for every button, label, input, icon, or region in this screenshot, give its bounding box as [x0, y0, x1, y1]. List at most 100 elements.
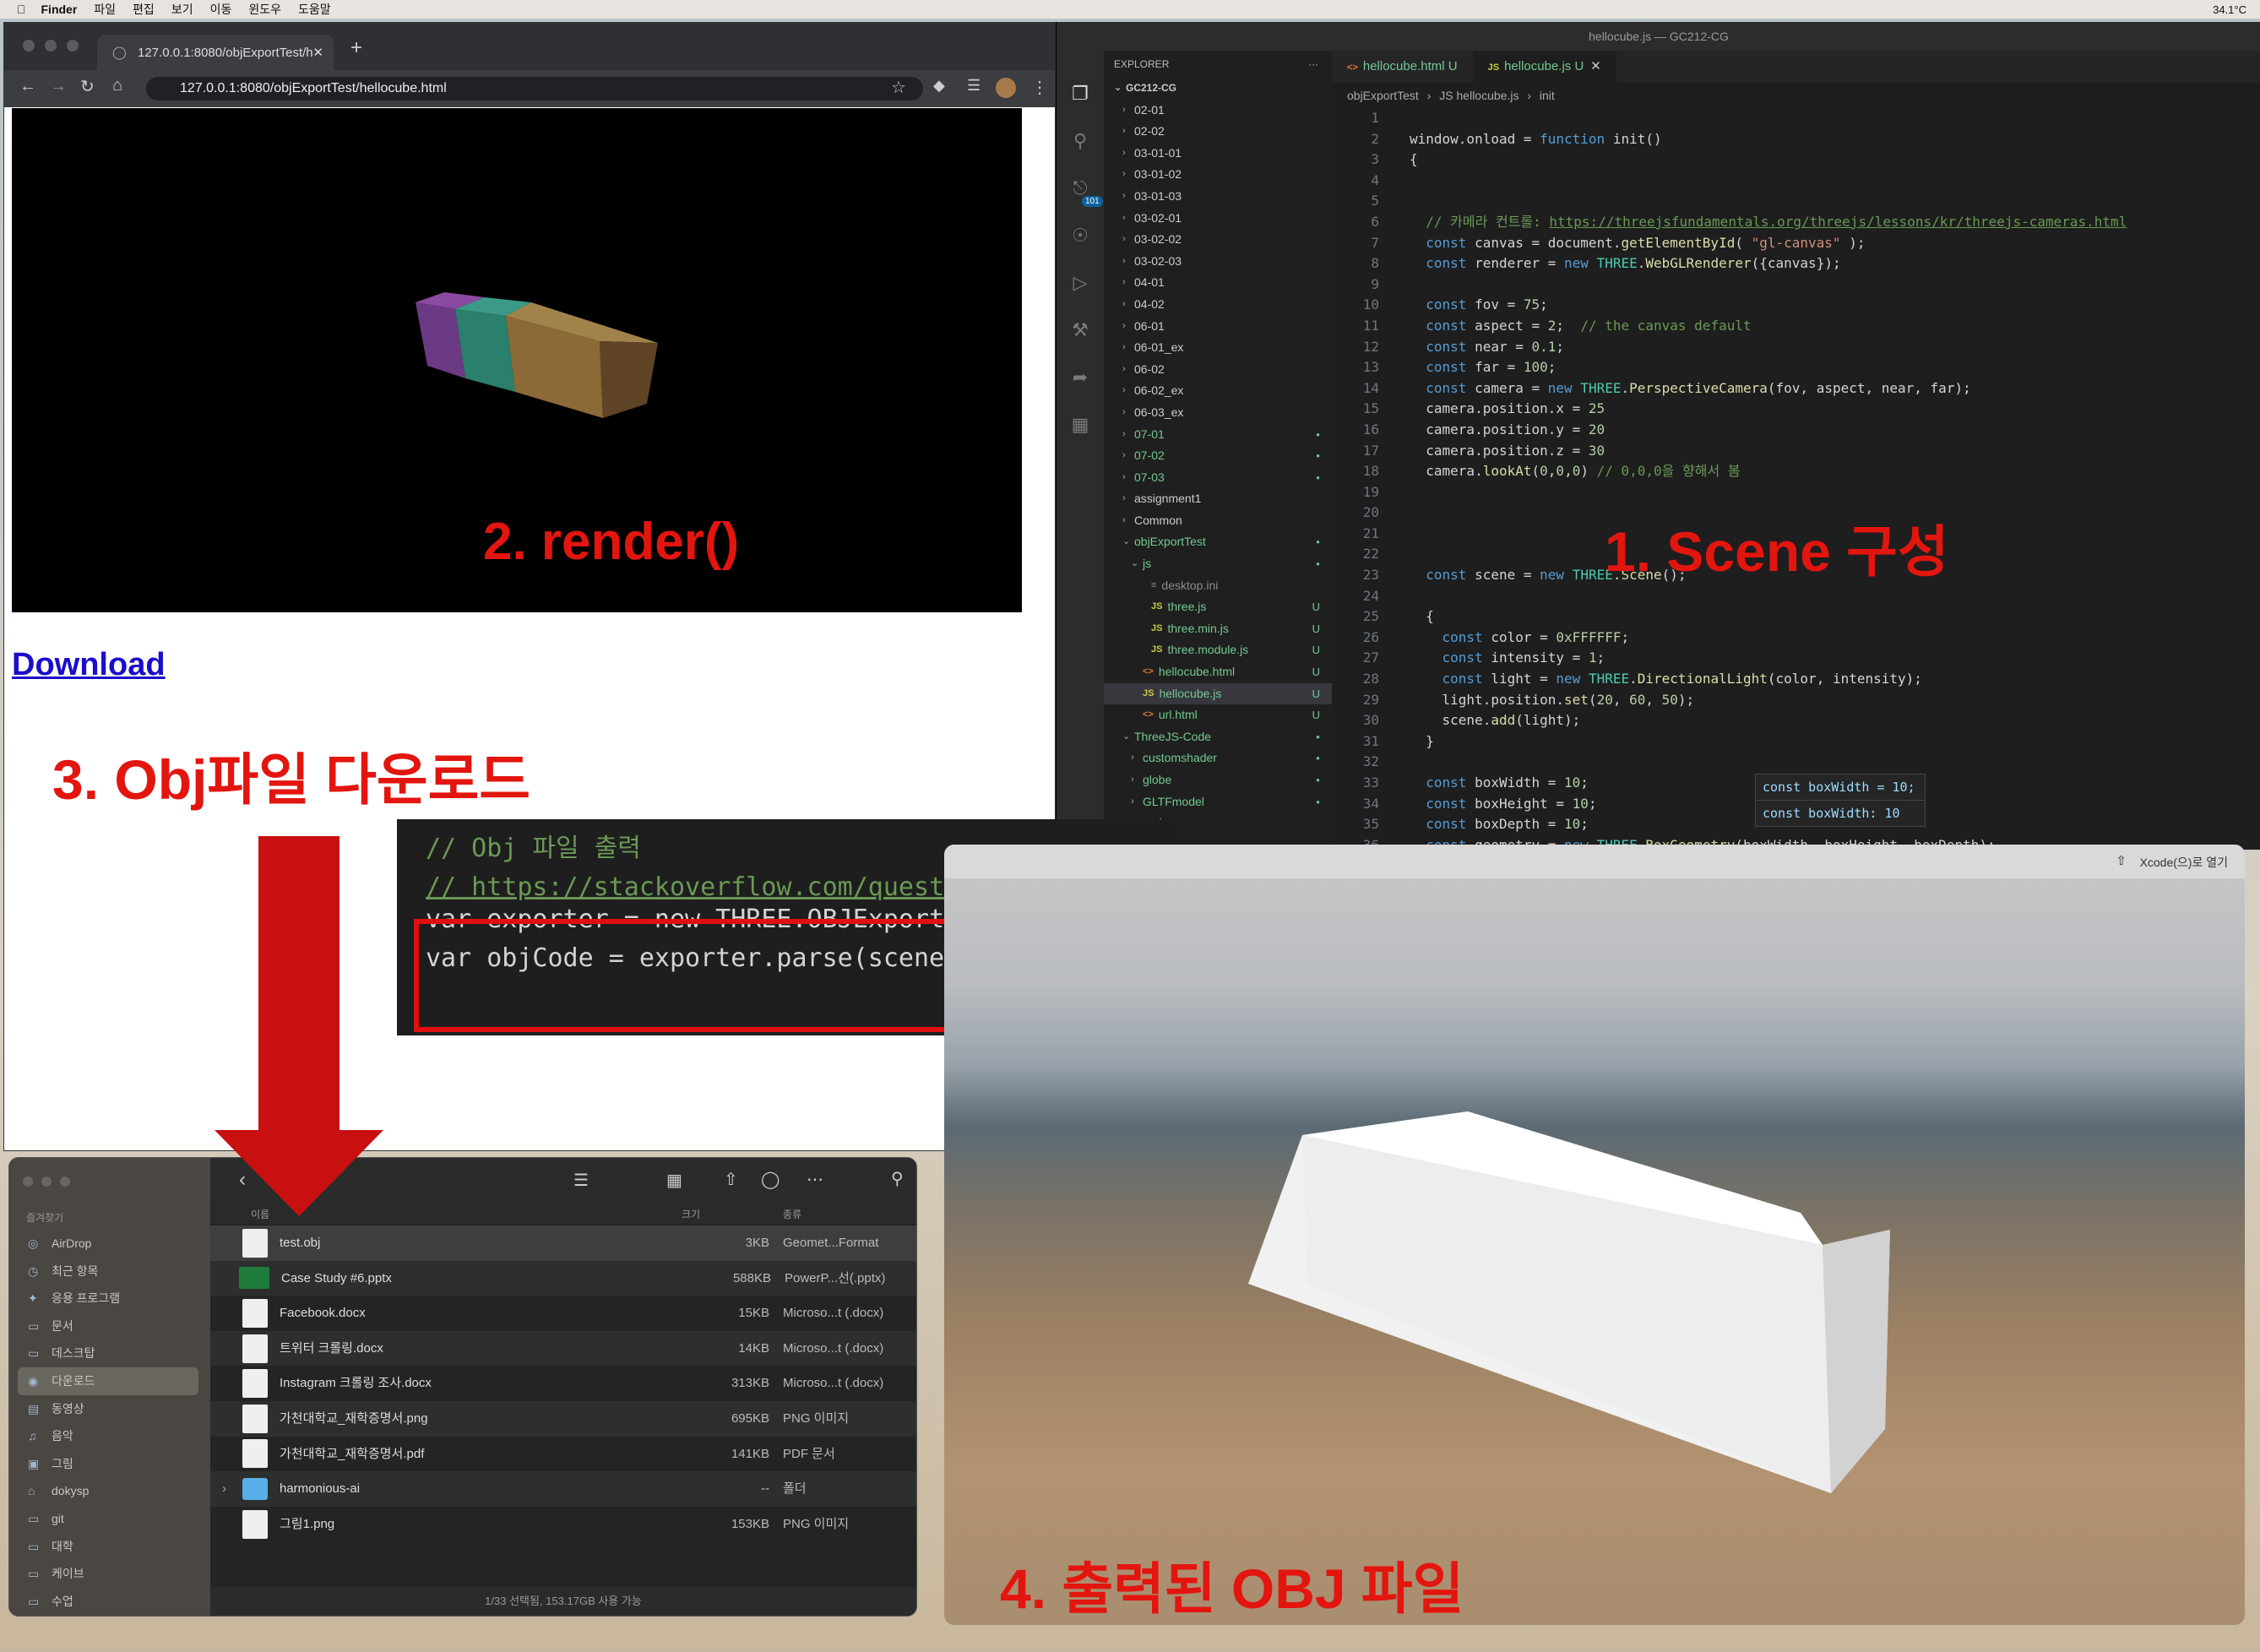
breadcrumb-folder[interactable]: objExportTest: [1347, 89, 1419, 102]
explorer-root[interactable]: ⌄ GC212-CG: [1104, 78, 1332, 100]
reading-list-icon[interactable]: ☰: [967, 77, 981, 95]
share-icon[interactable]: ➦: [1070, 367, 1090, 388]
file-row[interactable]: 가천대학교_재학증명서.pdf 141KB PDF 문서: [210, 1437, 916, 1472]
tree-item[interactable]: <> hellocube.html U: [1104, 661, 1332, 683]
code-line[interactable]: 30 scene.add(light);: [1332, 710, 2260, 731]
menu-item-view[interactable]: 보기: [171, 1, 193, 18]
code-line[interactable]: 12 const near = 0.1;: [1332, 337, 2260, 358]
tree-item[interactable]: › GLTFmodel ●: [1104, 791, 1332, 813]
file-row[interactable]: Instagram 크롤링 조사.docx 313KB Microso...t (.…: [210, 1366, 916, 1401]
code-line[interactable]: 19: [1332, 482, 2260, 503]
avatar[interactable]: [996, 78, 1016, 98]
minimize-window-button[interactable]: [45, 40, 57, 52]
tree-item[interactable]: › 03-01-02: [1104, 164, 1332, 186]
git-graph-icon[interactable]: ☉: [1070, 225, 1090, 246]
browser-tab[interactable]: ◯ 127.0.0.1:8080/objExportTest/h ✕: [97, 35, 334, 70]
menu-item-go[interactable]: 이동: [210, 1, 232, 18]
close-tab-icon[interactable]: ✕: [1590, 59, 1601, 73]
back-icon[interactable]: ←: [19, 77, 36, 96]
tree-item[interactable]: ⌄ objExportTest ●: [1104, 531, 1332, 553]
file-row[interactable]: › harmonious-ai -- 폴더: [210, 1471, 916, 1507]
menu-item-file[interactable]: 파일: [94, 1, 116, 18]
sidebar-item[interactable]: ⌂ dokysp: [9, 1477, 210, 1505]
tree-item[interactable]: ≡ desktop.ini: [1104, 575, 1332, 597]
tree-item[interactable]: <> url.html U: [1104, 704, 1332, 726]
sidebar-item[interactable]: ◉ 다운로드: [18, 1367, 198, 1395]
tab-hellocube-js[interactable]: JS hellocube.js U ✕: [1472, 51, 1616, 83]
run-debug-icon[interactable]: ▷: [1070, 272, 1090, 293]
code-line[interactable]: 29 light.position.set(20, 60, 50);: [1332, 690, 2260, 711]
code-line[interactable]: 7 const canvas = document.getElementById…: [1332, 233, 2260, 254]
code-line[interactable]: 1: [1332, 108, 2260, 129]
tree-item[interactable]: JS hellocube.js U: [1104, 682, 1332, 705]
file-row[interactable]: 그림1.png 153KB PNG 이미지: [210, 1507, 916, 1542]
file-row[interactable]: Case Study #6.pptx 588KB PowerP...선(.pptx): [210, 1260, 916, 1296]
flask-icon[interactable]: ⚒: [1070, 319, 1090, 340]
tree-item[interactable]: › 02-01: [1104, 100, 1332, 122]
tree-item[interactable]: › Common: [1104, 510, 1332, 532]
tree-item[interactable]: ⌄ js ●: [1104, 553, 1332, 575]
code-line[interactable]: 24: [1332, 586, 2260, 607]
close-tab-icon[interactable]: ✕: [312, 45, 323, 60]
forward-icon[interactable]: →: [50, 77, 67, 96]
menu-app-name[interactable]: Finder: [41, 3, 78, 16]
tree-item[interactable]: › 06-02: [1104, 359, 1332, 381]
file-row[interactable]: Facebook.docx 15KB Microso...t (.docx): [210, 1296, 916, 1331]
more-menu-icon[interactable]: ⋮: [1031, 77, 1048, 98]
tree-item[interactable]: › 03-02-01: [1104, 208, 1332, 230]
sidebar-item[interactable]: ▭ 문서: [9, 1312, 210, 1340]
tree-item[interactable]: › customshader ●: [1104, 747, 1332, 769]
extensions-icon[interactable]: ◆: [933, 77, 945, 95]
apple-icon[interactable]: : [17, 3, 26, 16]
tree-item[interactable]: › 06-01: [1104, 316, 1332, 338]
breadcrumb-file[interactable]: JS hellocube.js: [1439, 89, 1518, 102]
tree-item[interactable]: › 03-01-01: [1104, 143, 1332, 165]
group-icon[interactable]: ▦: [666, 1170, 682, 1191]
tree-item[interactable]: JS three.module.js U: [1104, 639, 1332, 661]
code-line[interactable]: 18 camera.lookAt(0,0,0) // 0,0,0을 향해서 봄: [1332, 461, 2260, 482]
file-row[interactable]: 가천대학교_재학증명서.png 695KB PNG 이미지: [210, 1400, 916, 1437]
code-line[interactable]: 8 const renderer = new THREE.WebGLRender…: [1332, 253, 2260, 274]
column-kind[interactable]: 종류: [783, 1207, 801, 1221]
tree-item[interactable]: › 07-02 ●: [1104, 445, 1332, 467]
code-line[interactable]: 32: [1332, 752, 2260, 773]
column-size[interactable]: 크기: [682, 1207, 700, 1221]
sidebar-item[interactable]: ▭ 케이브: [9, 1560, 210, 1588]
tree-item[interactable]: › 07-03 ●: [1104, 467, 1332, 489]
tree-item[interactable]: JS three.min.js U: [1104, 618, 1332, 640]
sidebar-item[interactable]: ▤ 동영상: [9, 1395, 210, 1423]
tree-item[interactable]: JS three.js U: [1104, 596, 1332, 618]
tree-item[interactable]: ⌄ ThreeJS-Code ●: [1104, 726, 1332, 748]
webgl-canvas[interactable]: 2. render(): [12, 108, 1022, 612]
tree-item[interactable]: › 03-02-03: [1104, 251, 1332, 273]
tab-hellocube-html[interactable]: <> hellocube.html U: [1332, 51, 1473, 83]
sidebar-item[interactable]: ▣ 그림: [9, 1450, 210, 1478]
code-line[interactable]: 25 {: [1332, 606, 2260, 628]
code-line[interactable]: 31 }: [1332, 731, 2260, 753]
code-line[interactable]: 3{: [1332, 149, 2260, 171]
code-line[interactable]: 13 const far = 100;: [1332, 357, 2260, 378]
tree-item[interactable]: › 07-01 ●: [1104, 424, 1332, 446]
list-view-icon[interactable]: ☰: [573, 1170, 589, 1191]
sidebar-item[interactable]: ▭ 대학: [9, 1533, 210, 1561]
reload-icon[interactable]: ↻: [80, 76, 95, 97]
share-icon[interactable]: ⇧: [724, 1169, 738, 1190]
tree-item[interactable]: › 04-01: [1104, 272, 1332, 294]
sidebar-item[interactable]: ✦ 응용 프로그램: [9, 1285, 210, 1312]
code-line[interactable]: 14 const camera = new THREE.PerspectiveC…: [1332, 378, 2260, 399]
file-row[interactable]: 트위터 크롤링.docx 14KB Microso...t (.docx): [210, 1330, 916, 1367]
sidebar-item[interactable]: ◷ 최근 항목: [9, 1258, 210, 1285]
code-line[interactable]: 9: [1332, 274, 2260, 296]
more-actions-icon[interactable]: ⋯: [807, 1169, 823, 1190]
tree-item[interactable]: › 02-02: [1104, 121, 1332, 143]
tree-item[interactable]: › 04-02: [1104, 294, 1332, 316]
code-line[interactable]: 27 const intensity = 1;: [1332, 648, 2260, 669]
minimize-window-button[interactable]: [41, 1177, 52, 1187]
extensions-icon[interactable]: ▦: [1070, 414, 1090, 435]
source-control-icon[interactable]: ⎋: [1070, 177, 1090, 198]
sidebar-item[interactable]: ▭ 데스크탑: [9, 1340, 210, 1367]
code-line[interactable]: 4: [1332, 171, 2260, 192]
code-line[interactable]: 15 camera.position.x = 25: [1332, 399, 2260, 420]
code-line[interactable]: 2 window.onload = function init(): [1332, 129, 2260, 150]
sidebar-item[interactable]: ◎ AirDrop: [9, 1230, 210, 1258]
